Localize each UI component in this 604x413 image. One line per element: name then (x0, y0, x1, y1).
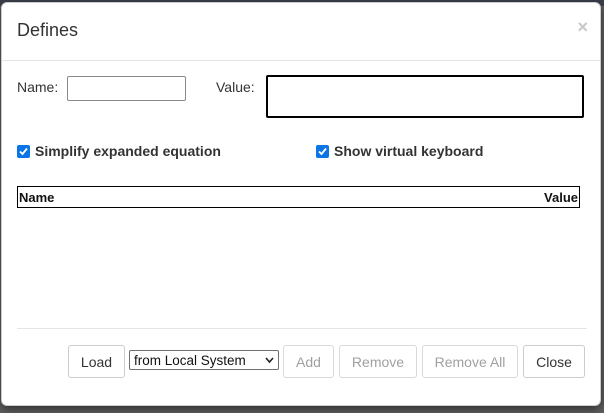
remove-all-button[interactable]: Remove All (422, 345, 518, 378)
keyboard-checkbox[interactable] (316, 144, 329, 158)
close-icon[interactable]: × (577, 17, 588, 38)
checkmark-icon (19, 147, 28, 155)
name-input[interactable] (67, 76, 186, 101)
source-select-value: from Local System (134, 352, 246, 368)
value-label: Value: (216, 79, 255, 95)
add-button[interactable]: Add (283, 345, 334, 378)
name-label: Name: (17, 79, 59, 95)
dialog-title: Defines (17, 20, 79, 40)
defines-table-header: Name Value (17, 186, 580, 208)
simplify-checkbox[interactable] (17, 144, 30, 158)
footer-divider (17, 328, 587, 329)
load-button[interactable]: Load (68, 345, 125, 378)
value-input[interactable] (266, 75, 584, 118)
checkmark-icon (318, 147, 327, 155)
source-select[interactable]: from Local System (129, 350, 279, 370)
defines-dialog: Defines × Name: Value: Simplify expanded… (1, 2, 601, 406)
keyboard-option[interactable]: Show virtual keyboard (316, 143, 483, 159)
dialog-header: Defines × (2, 3, 600, 61)
column-header-value: Value (544, 190, 578, 205)
chevron-down-icon (265, 357, 274, 364)
close-button[interactable]: Close (523, 345, 585, 378)
remove-button[interactable]: Remove (339, 345, 417, 378)
simplify-label: Simplify expanded equation (35, 143, 221, 159)
column-header-name: Name (19, 190, 55, 205)
keyboard-label: Show virtual keyboard (334, 143, 484, 159)
simplify-option[interactable]: Simplify expanded equation (17, 143, 221, 159)
